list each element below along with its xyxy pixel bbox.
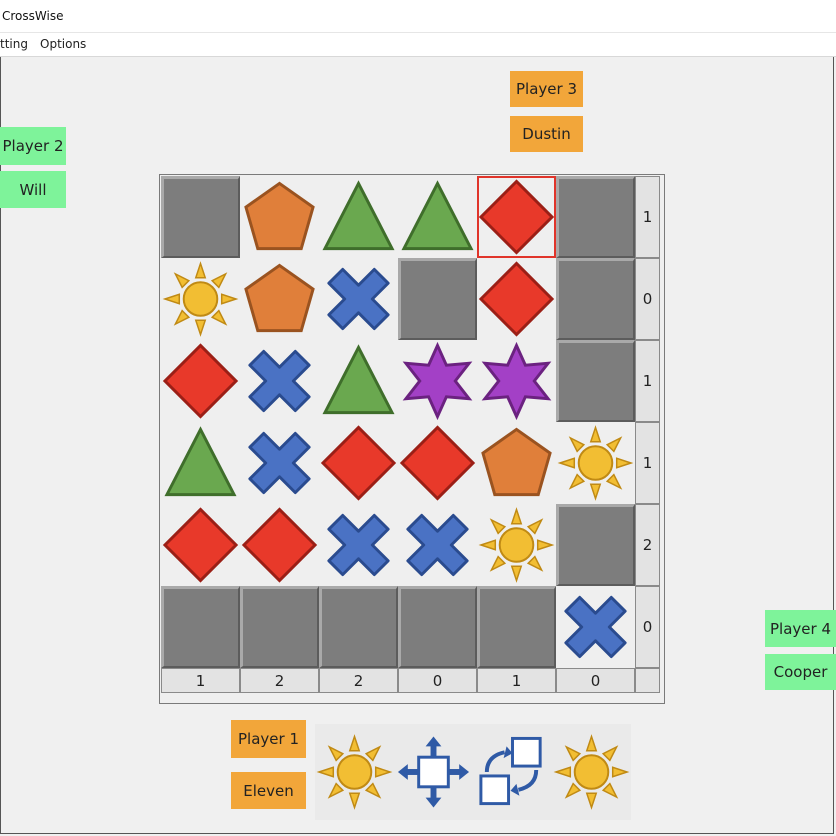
star-icon [402,341,473,421]
triangle-tile[interactable] [161,422,240,504]
diamond-icon [162,343,239,419]
star-icon [481,341,552,421]
triangle-tile[interactable] [398,176,477,258]
diamond-tile[interactable] [319,422,398,504]
triangle-tile[interactable] [319,340,398,422]
column-score: 2 [319,668,398,693]
sun-icon [553,734,630,810]
empty-cell[interactable] [556,176,635,258]
diamond-icon [399,425,476,501]
cross-icon [406,513,469,577]
pentagon-tile[interactable] [477,422,556,504]
window-title: CrossWise [2,9,64,23]
move-tile-tile[interactable] [394,724,473,820]
player-2-name: Will [0,171,66,208]
cross-tile[interactable] [319,258,398,340]
empty-cell[interactable] [319,586,398,668]
cross-icon [564,595,627,659]
sun-icon [162,261,239,337]
player-2-label: Player 2 [0,127,66,165]
game-board: 101120122010 [159,174,665,704]
diamond-tile[interactable] [477,258,556,340]
cross-icon [248,349,311,413]
diamond-tile[interactable] [161,340,240,422]
empty-cell[interactable] [556,258,635,340]
cross-tile[interactable] [319,504,398,586]
player-1-label: Player 1 [231,720,306,758]
player-3-name: Dustin [510,116,583,152]
diamond-tile[interactable] [398,422,477,504]
diamond-icon [162,507,239,583]
triangle-icon [401,180,474,251]
star-tile[interactable] [398,340,477,422]
row-score: 1 [635,176,660,258]
triangle-icon [322,344,395,415]
menu-item-options[interactable]: Options [40,37,86,51]
empty-cell[interactable] [477,586,556,668]
sun-icon [478,507,555,583]
sun-hand-tile[interactable] [552,724,631,820]
triangle-tile[interactable] [319,176,398,258]
cross-tile[interactable] [240,422,319,504]
score-corner [635,668,660,693]
title-bar: CrossWise [0,0,836,33]
pentagon-tile[interactable] [240,258,319,340]
pentagon-icon [481,427,552,497]
empty-cell[interactable] [556,340,635,422]
cross-tile[interactable] [556,586,635,668]
empty-cell[interactable] [161,176,240,258]
empty-cell[interactable] [161,586,240,668]
diamond-tile[interactable] [240,504,319,586]
empty-cell[interactable] [556,504,635,586]
player-4-label: Player 4 [765,610,836,647]
sun-tile[interactable] [161,258,240,340]
player-1-name: Eleven [231,772,306,809]
diamond-icon [478,261,555,337]
sun-icon [557,425,634,501]
star-tile[interactable] [477,340,556,422]
pentagon-icon [244,181,315,251]
cross-icon [248,431,311,495]
move-tile-icon [397,736,470,808]
column-score: 1 [477,668,556,693]
diamond-icon [241,507,318,583]
column-score: 0 [556,668,635,693]
player-4-name: Cooper [765,654,836,690]
player-hand [315,724,631,820]
cross-tile[interactable] [398,504,477,586]
pentagon-tile[interactable] [240,176,319,258]
empty-cell[interactable] [398,586,477,668]
triangle-icon [164,426,237,497]
cross-tile[interactable] [240,340,319,422]
empty-cell[interactable] [240,586,319,668]
menu-bar: tting Options [0,33,836,57]
sun-hand-tile[interactable] [315,724,394,820]
sun-tile[interactable] [556,422,635,504]
menu-item-setting[interactable]: tting [0,37,28,51]
column-score: 2 [240,668,319,693]
column-score: 0 [398,668,477,693]
diamond-tile[interactable] [161,504,240,586]
pentagon-icon [244,263,315,333]
diamond-icon [478,179,555,255]
row-score: 1 [635,340,660,422]
diamond-icon [320,425,397,501]
sun-icon [316,734,393,810]
swap-tiles-tile[interactable] [473,724,552,820]
column-score: 1 [161,668,240,693]
diamond-tile[interactable] [477,176,556,258]
cross-icon [327,513,390,577]
player-3-label: Player 3 [510,71,583,107]
row-score: 1 [635,422,660,504]
cross-icon [327,267,390,331]
triangle-icon [322,180,395,251]
row-score: 0 [635,586,660,668]
row-score: 0 [635,258,660,340]
swap-tiles-icon [479,736,542,806]
empty-cell[interactable] [398,258,477,340]
row-score: 2 [635,504,660,586]
sun-tile[interactable] [477,504,556,586]
